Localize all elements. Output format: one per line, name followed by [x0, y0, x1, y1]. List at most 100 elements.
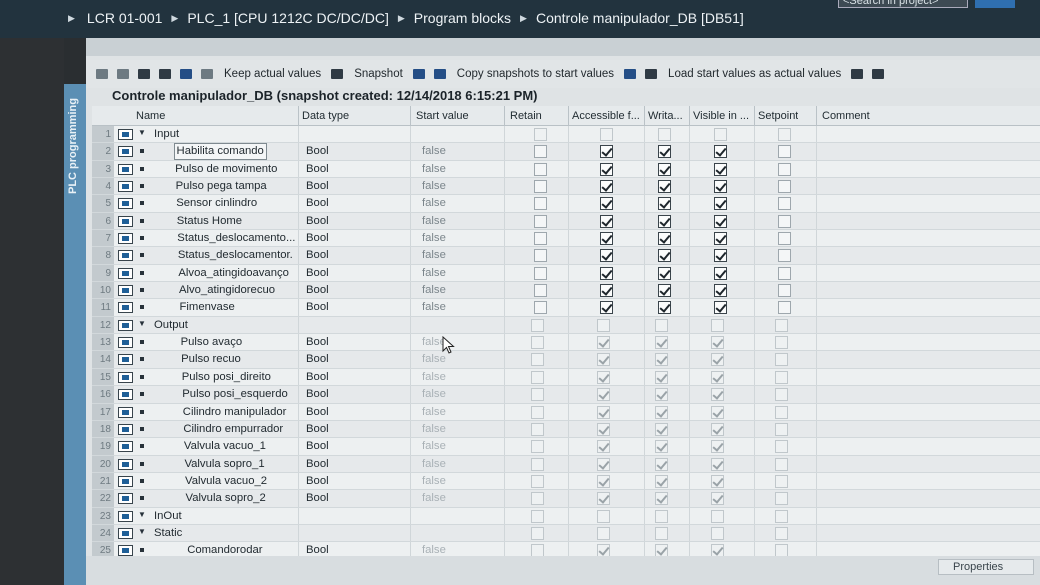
plc-programming-tab[interactable]: PLC programming [64, 84, 86, 585]
table-row[interactable]: 15 Pulso posi_direito Bool false [92, 368, 1040, 387]
variable-name[interactable]: Pulso de movimento [175, 162, 277, 177]
setpoint-checkbox[interactable] [778, 145, 791, 159]
data-type-cell[interactable]: Bool [306, 352, 329, 367]
data-type-cell[interactable]: Bool [306, 457, 329, 472]
writable-checkbox[interactable] [655, 422, 668, 436]
col-visible[interactable]: Visible in ... [693, 110, 753, 122]
row-number[interactable]: 10 [92, 282, 114, 299]
retain-checkbox[interactable] [531, 422, 544, 436]
accessible-checkbox[interactable] [597, 440, 610, 454]
list-view-icon[interactable] [178, 67, 195, 81]
row-number[interactable]: 7 [92, 230, 114, 247]
row-number[interactable]: 15 [92, 368, 114, 386]
col-setpoint[interactable]: Setpoint [758, 110, 798, 122]
breadcrumb-program-blocks[interactable]: Program blocks [414, 10, 511, 26]
accessible-checkbox[interactable] [597, 370, 610, 384]
start-value-cell[interactable]: false [422, 300, 446, 315]
setpoint-checkbox[interactable] [775, 509, 788, 523]
collapse-arrow-icon[interactable]: ▼ [138, 527, 146, 536]
visible-checkbox[interactable] [711, 388, 724, 402]
table-row[interactable]: 9 Alvoa_atingidoavanço Bool false [92, 264, 1040, 283]
start-value-cell[interactable]: false [422, 196, 446, 211]
visible-checkbox[interactable] [711, 474, 724, 488]
start-value-cell[interactable]: false [422, 266, 446, 281]
variable-name[interactable]: Pulso avaço [181, 335, 243, 350]
row-number[interactable]: 18 [92, 420, 114, 438]
retain-checkbox[interactable] [531, 370, 544, 384]
accessible-checkbox[interactable] [597, 509, 610, 523]
start-value-cell[interactable]: false [422, 214, 446, 229]
start-value-cell[interactable]: false [422, 370, 446, 385]
table-row[interactable]: 6 Status Home Bool false [92, 212, 1040, 231]
accessible-checkbox[interactable] [597, 457, 610, 471]
row-number[interactable]: 14 [92, 351, 114, 368]
row-number[interactable]: 13 [92, 334, 114, 351]
row-number[interactable]: 22 [92, 490, 114, 507]
collapse-arrow-icon[interactable]: ▼ [138, 319, 146, 328]
retain-checkbox[interactable] [531, 457, 544, 471]
variable-name[interactable]: Alvoa_atingidoavanço [178, 266, 289, 281]
variable-name[interactable]: Status_deslocamentor. [178, 248, 293, 263]
retain-checkbox[interactable] [534, 197, 547, 211]
row-number[interactable]: 11 [92, 299, 114, 316]
copy-snapshots-button[interactable]: Copy snapshots to start values [457, 68, 614, 80]
visible-checkbox[interactable] [714, 197, 727, 211]
retain-checkbox[interactable] [531, 336, 544, 350]
snapshot-button[interactable]: Snapshot [354, 68, 403, 80]
writable-checkbox[interactable] [655, 526, 668, 540]
accessible-checkbox[interactable] [600, 214, 613, 228]
table-row[interactable]: 13 Pulso avaço Bool false [92, 334, 1040, 352]
data-type-cell[interactable]: Bool [306, 491, 329, 506]
data-type-cell[interactable]: Bool [306, 266, 329, 281]
writable-checkbox[interactable] [655, 492, 668, 506]
col-divider[interactable] [754, 106, 755, 126]
visible-checkbox[interactable] [714, 301, 727, 315]
variable-name[interactable]: Static [154, 526, 182, 541]
writable-checkbox[interactable] [658, 301, 671, 315]
writable-checkbox[interactable] [658, 284, 671, 298]
row-number[interactable]: 1 [92, 126, 114, 143]
table-row[interactable]: 14 Pulso recuo Bool false [92, 351, 1040, 369]
visible-checkbox[interactable] [711, 440, 724, 454]
setpoint-checkbox[interactable] [778, 266, 791, 280]
add-row-icon[interactable] [115, 67, 132, 81]
accessible-checkbox[interactable] [597, 474, 610, 488]
setpoint-checkbox[interactable] [775, 336, 788, 350]
load-start-values-button[interactable]: Load start values as actual values [668, 68, 841, 80]
retain-checkbox[interactable] [531, 318, 544, 332]
variable-name[interactable]: Valvula sopro_1 [184, 457, 264, 472]
variable-name[interactable]: Alvo_atingidorecuo [179, 283, 275, 298]
variable-name[interactable]: Output [154, 318, 188, 333]
breadcrumb-project[interactable]: LCR 01-001 [87, 10, 163, 26]
retain-checkbox[interactable] [534, 128, 547, 141]
start-value-cell[interactable]: false [422, 422, 446, 437]
variable-name[interactable]: InOut [154, 509, 182, 524]
setpoint-checkbox[interactable] [775, 474, 788, 488]
collapse-arrow-icon[interactable]: ▼ [138, 128, 146, 137]
writable-checkbox[interactable] [655, 440, 668, 454]
col-accessible[interactable]: Accessible f... [572, 110, 642, 122]
load-start-icon[interactable] [622, 67, 639, 81]
monitor-all-icon[interactable] [870, 67, 887, 81]
col-divider[interactable] [689, 106, 690, 126]
col-comment[interactable]: Comment [822, 110, 870, 122]
variable-name[interactable]: Pulso posi_esquerdo [182, 387, 288, 402]
setpoint-checkbox[interactable] [775, 492, 788, 506]
writable-checkbox[interactable] [655, 388, 668, 402]
setpoint-checkbox[interactable] [775, 422, 788, 436]
setpoint-checkbox[interactable] [778, 197, 791, 211]
setpoint-checkbox[interactable] [778, 128, 791, 141]
writable-checkbox[interactable] [658, 232, 671, 246]
variable-name[interactable]: Sensor cinlindro [176, 196, 257, 211]
data-type-cell[interactable]: Bool [306, 387, 329, 402]
variable-name[interactable]: Status Home [177, 214, 242, 229]
data-type-cell[interactable]: Bool [306, 300, 329, 315]
setpoint-checkbox[interactable] [778, 180, 791, 194]
accessible-checkbox[interactable] [600, 284, 613, 298]
writable-checkbox[interactable] [655, 353, 668, 367]
table-row[interactable]: 1 ▼ Input [92, 126, 1040, 144]
col-name[interactable]: Name [136, 110, 165, 122]
accessible-checkbox[interactable] [600, 162, 613, 176]
data-type-cell[interactable]: Bool [306, 231, 329, 246]
accessible-checkbox[interactable] [597, 405, 610, 419]
